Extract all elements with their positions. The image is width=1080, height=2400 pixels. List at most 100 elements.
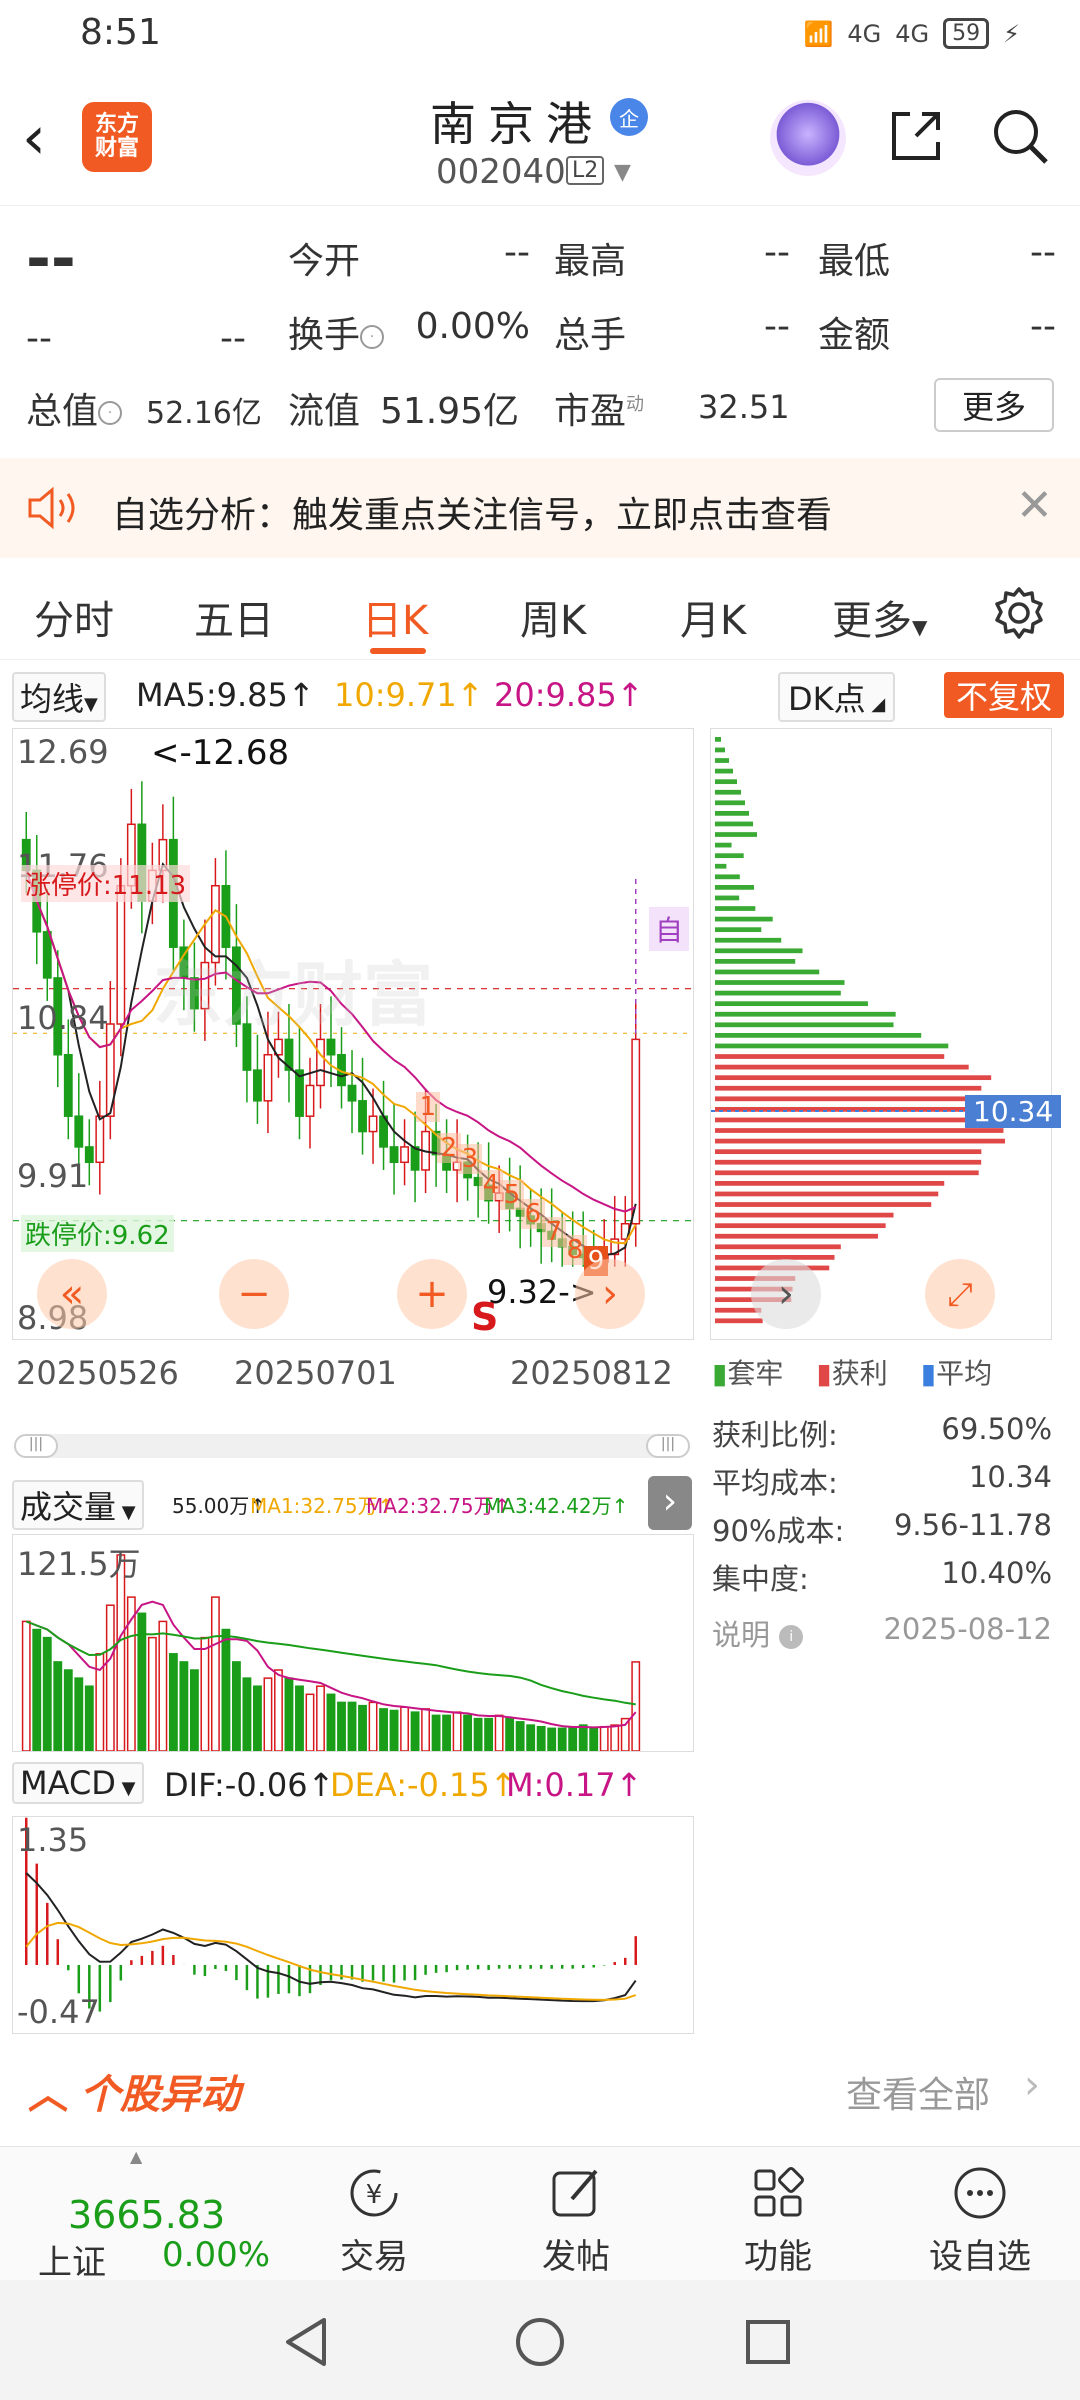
indicator-selector[interactable]: 均线▼ <box>12 672 106 722</box>
info-icon[interactable]: · <box>98 401 123 425</box>
zoom-out-button[interactable]: − <box>219 1259 289 1329</box>
assistant-avatar[interactable] <box>770 100 846 176</box>
adjust-selector[interactable]: 不复权 <box>944 672 1065 718</box>
wifi-icon: 📶 <box>803 19 834 48</box>
chip-bar <box>715 1033 922 1038</box>
close-icon[interactable]: ✕ <box>1016 480 1053 531</box>
index-value[interactable]: 3665.83 <box>68 2193 225 2237</box>
volume-bar <box>21 1620 31 1751</box>
more-button[interactable]: 更多 <box>934 378 1054 432</box>
volume-bar <box>53 1661 63 1751</box>
post-button[interactable]: 发帖 <box>516 2163 636 2278</box>
nav-back-icon[interactable] <box>282 2316 332 2368</box>
chip-bar <box>715 1096 999 1102</box>
macd-selector-label: MACD <box>20 1764 116 1802</box>
volume-bar <box>473 1717 483 1751</box>
time-range-slider[interactable]: ||| ||| <box>14 1434 690 1458</box>
nav-recents-icon[interactable] <box>744 2318 792 2366</box>
chevron-right-icon[interactable]: › <box>751 1259 821 1329</box>
self-select-tag[interactable]: 自 <box>649 907 690 951</box>
volume-bar <box>63 1669 73 1751</box>
chevron-right-icon[interactable]: › <box>648 1476 692 1530</box>
candle-body <box>305 1084 315 1117</box>
dk-point-selector[interactable]: DK点 ◢ <box>778 672 896 722</box>
low-label: 最低 <box>818 241 891 282</box>
enterprise-badge: 企 <box>610 98 648 136</box>
search-icon[interactable] <box>988 104 1052 168</box>
volume-bar <box>231 1661 241 1751</box>
candle-body <box>95 1115 105 1164</box>
volume-bar <box>389 1709 399 1751</box>
logo-line2: 财富 <box>94 136 139 161</box>
macd-selector[interactable]: MACD ▼ <box>12 1762 144 1804</box>
chevron-down-icon: ▼ <box>115 1778 136 1799</box>
level2-badge[interactable]: L2 <box>566 156 605 185</box>
chip-bar <box>715 853 744 859</box>
chip-bar <box>715 737 721 742</box>
trade-button[interactable]: ¥ 交易 <box>314 2163 434 2278</box>
chip-bar <box>715 916 773 922</box>
tab-weekly-k[interactable]: 周K <box>520 588 586 646</box>
indicator-selector-label: 均线 <box>20 680 85 718</box>
add-watchlist-button[interactable]: 设自选 <box>920 2163 1040 2278</box>
open-label: 今开 <box>288 241 361 282</box>
macd-chart[interactable]: 1.35 -0.47 <box>12 1816 694 2034</box>
stat-value: 10.34 <box>968 1460 1052 1494</box>
stat-value: 69.50% <box>941 1412 1052 1446</box>
scroll-left-button[interactable]: « <box>37 1259 107 1329</box>
tab-monthly-k[interactable]: 月K <box>680 588 746 646</box>
low-value: -- <box>1030 232 1056 273</box>
volume-bar <box>74 1677 84 1751</box>
ma10-value: 10:9.71↑ <box>334 676 484 714</box>
volume-chart[interactable]: 121.5万 <box>12 1534 694 1752</box>
volume-bar <box>253 1685 262 1751</box>
stat-concentration: 集中度: 10.40% <box>712 1556 1052 1598</box>
volume-bar <box>494 1714 504 1751</box>
tab-five-day[interactable]: 五日 <box>194 588 274 646</box>
chip-bar <box>715 927 762 933</box>
volume-bar <box>599 1725 609 1751</box>
candle-body <box>74 1115 84 1148</box>
chip-bar <box>715 1085 982 1091</box>
index-name[interactable]: 上证 <box>38 2235 106 2284</box>
chip-distribution-chart[interactable]: 10.34 › ⤢ <box>710 728 1062 1340</box>
volume-bar <box>147 1636 157 1751</box>
chip-bar <box>715 1223 886 1229</box>
expand-icon[interactable]: ⤢ <box>925 1259 995 1329</box>
grid-icon <box>754 2167 804 2217</box>
kline-chart[interactable]: 东方财富 12.69 11.76 10.84 9.91 8.98 <-12.68… <box>12 728 694 1340</box>
zoom-in-button[interactable]: + <box>397 1259 467 1329</box>
info-icon[interactable]: i <box>779 1625 804 1649</box>
signal-banner[interactable]: 自选分析：触发重点关注信号，立即点击查看 ✕ <box>0 458 1080 558</box>
chip-bar <box>715 1170 979 1176</box>
chevron-up-icon[interactable]: ︿ <box>28 2062 68 2120</box>
chevron-right-icon[interactable]: › <box>1024 2062 1040 2108</box>
battery-icon: 59 <box>943 18 990 49</box>
function-button[interactable]: 功能 <box>718 2163 838 2278</box>
gear-icon[interactable] <box>990 584 1048 642</box>
chip-note[interactable]: 说明 i <box>712 1612 804 1654</box>
chevron-down-icon[interactable]: ▼ <box>614 160 631 185</box>
index-change[interactable]: 0.00% <box>162 2235 270 2275</box>
back-icon[interactable]: ‹ <box>22 108 46 168</box>
volume-bar <box>578 1724 588 1751</box>
app-logo[interactable]: 东方 财富 <box>82 102 152 172</box>
slider-right-handle[interactable]: ||| <box>646 1434 690 1458</box>
slider-left-handle[interactable]: ||| <box>14 1434 58 1458</box>
volume-bar <box>42 1636 52 1751</box>
nav-home-icon[interactable] <box>514 2316 566 2368</box>
system-nav-bar <box>0 2280 1080 2400</box>
volume-selector[interactable]: 成交量 ▼ <box>12 1480 144 1530</box>
share-icon[interactable] <box>886 106 946 166</box>
tab-daily-k[interactable]: 日K <box>362 588 428 646</box>
pe-value: 32.51 <box>698 388 790 426</box>
trade-label: 交易 <box>340 2237 408 2277</box>
tab-intraday[interactable]: 分时 <box>34 588 114 646</box>
bottom-toolbar: ▲ 3665.83 上证 0.00% ¥ 交易 发帖 功能 设自选 <box>0 2146 1080 2283</box>
volume-bar <box>347 1701 357 1751</box>
tab-more[interactable]: 更多▼ <box>832 588 927 646</box>
mktcap-value: 52.16亿 <box>146 396 262 431</box>
view-all-link[interactable]: 查看全部 <box>846 2066 990 2118</box>
info-icon[interactable]: · <box>360 325 385 349</box>
scroll-right-button[interactable]: › <box>575 1259 645 1329</box>
